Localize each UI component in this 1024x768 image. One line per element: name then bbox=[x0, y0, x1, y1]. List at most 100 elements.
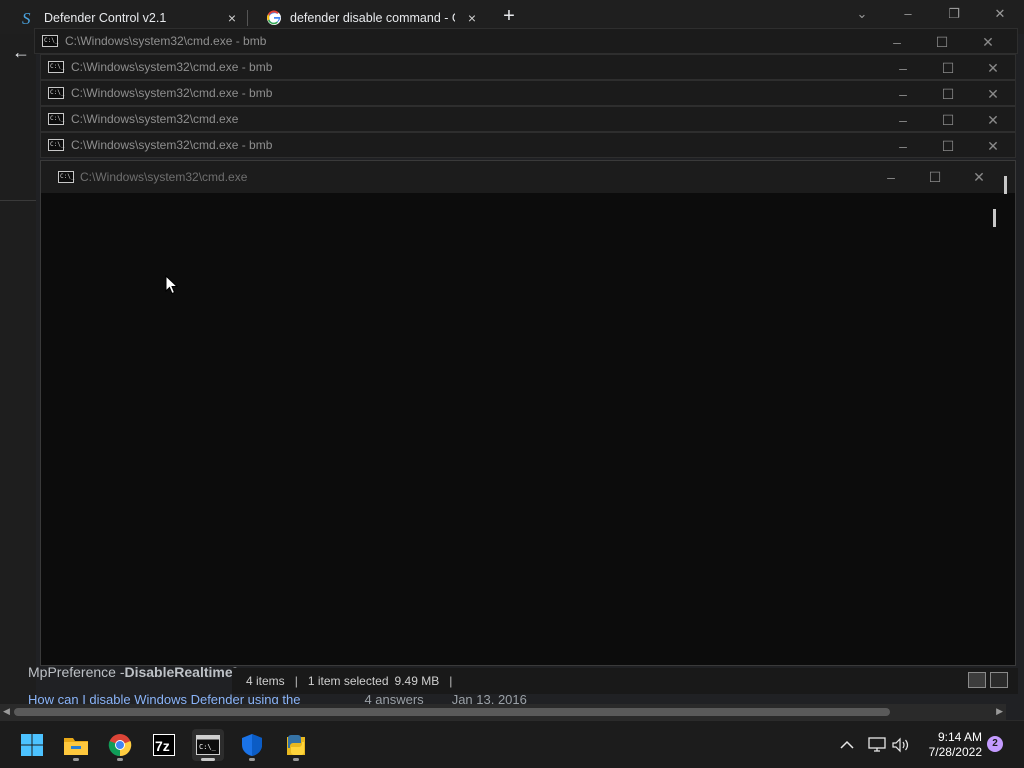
snippet-bold: DisableRealtimeM bbox=[124, 664, 238, 680]
maximize-icon[interactable]: ☐ bbox=[938, 110, 958, 130]
minimize-icon[interactable]: – bbox=[893, 84, 913, 104]
close-icon[interactable]: ✕ bbox=[983, 58, 1003, 78]
running-indicator bbox=[201, 758, 215, 761]
tray-overflow[interactable] bbox=[840, 721, 860, 768]
horizontal-scrollbar[interactable]: ◀ ▶ bbox=[0, 704, 1006, 720]
tab-title: Defender Control v2.1 bbox=[44, 11, 167, 25]
clock-time: 9:14 AM bbox=[937, 730, 982, 744]
console-title: C:\Windows\system32\cmd.exe bbox=[71, 112, 239, 126]
maximize-icon[interactable]: ☐ bbox=[938, 58, 958, 78]
network-icon bbox=[868, 737, 886, 752]
start-button[interactable] bbox=[16, 729, 48, 761]
browser-restore-button[interactable]: ❐ bbox=[944, 4, 964, 24]
back-arrow-icon[interactable]: ← bbox=[12, 42, 30, 63]
cmd-icon: C:\_ bbox=[196, 735, 220, 755]
console-window[interactable]: C:\_ C:\Windows\system32\cmd.exe - bmb –… bbox=[40, 132, 1016, 158]
cmd-icon: C:\_ bbox=[48, 113, 64, 125]
console-window[interactable]: C:\_ C:\Windows\system32\cmd.exe – ☐ ✕ bbox=[40, 106, 1016, 132]
chrome-icon bbox=[108, 734, 132, 757]
taskbar-command-prompt[interactable]: C:\_ bbox=[192, 729, 224, 761]
close-icon[interactable]: ✕ bbox=[983, 84, 1003, 104]
scroll-right-icon[interactable]: ▶ bbox=[996, 706, 1003, 717]
taskbar-file-explorer[interactable] bbox=[60, 729, 92, 761]
active-console-window[interactable]: C:\_ C:\Windows\system32\cmd.exe – ☐ ✕ bbox=[40, 160, 1016, 666]
taskbar-7zip[interactable]: 7z bbox=[148, 729, 180, 761]
taskbar-clock[interactable]: 9:14 AM 7/28/2022 bbox=[918, 730, 982, 760]
minimize-icon[interactable]: – bbox=[893, 58, 913, 78]
minimize-icon[interactable]: – bbox=[893, 136, 913, 156]
close-icon[interactable]: ✕ bbox=[983, 136, 1003, 156]
close-icon[interactable]: ✕ bbox=[983, 110, 1003, 130]
page-divider bbox=[0, 200, 36, 201]
mouse-pointer-icon bbox=[165, 275, 179, 295]
minimize-icon[interactable]: – bbox=[887, 32, 907, 52]
tab-title: defender disable command - Goo bbox=[290, 11, 455, 25]
svg-text:C:\_: C:\_ bbox=[199, 743, 217, 751]
console-vertical-scrollbar[interactable] bbox=[987, 193, 1003, 659]
speaker-icon bbox=[892, 737, 909, 753]
browser-close-button[interactable]: ✕ bbox=[990, 4, 1010, 24]
snippet-prefix: MpPreference - bbox=[28, 664, 125, 680]
scrollbar-thumb[interactable] bbox=[14, 708, 890, 716]
console-title: C:\Windows\system32\cmd.exe - bmb bbox=[65, 34, 267, 48]
s-logo-icon: S bbox=[20, 10, 36, 26]
python-icon bbox=[287, 735, 305, 755]
running-indicator bbox=[249, 758, 255, 761]
cmd-icon: C:\_ bbox=[42, 35, 58, 47]
tab-search-chevron-icon[interactable]: ⌄ bbox=[852, 4, 872, 24]
scroll-left-icon[interactable]: ◀ bbox=[3, 706, 10, 717]
minimize-icon[interactable]: – bbox=[881, 167, 901, 187]
console-titlebar[interactable]: C:\_ C:\Windows\system32\cmd.exe – ☐ ✕ bbox=[41, 161, 1015, 193]
running-indicator bbox=[293, 758, 299, 761]
taskbar-chrome[interactable] bbox=[104, 729, 136, 761]
taskbar-windows-security[interactable] bbox=[236, 729, 268, 761]
explorer-status-bar: 4 items | 1 item selected 9.49 MB | bbox=[232, 668, 1018, 694]
browser-minimize-button[interactable]: – bbox=[898, 4, 918, 24]
cmd-icon: C:\_ bbox=[58, 171, 74, 183]
console-window[interactable]: C:\_ C:\Windows\system32\cmd.exe - bmb –… bbox=[40, 80, 1016, 106]
cmd-icon: C:\_ bbox=[48, 139, 64, 151]
chevron-up-icon bbox=[840, 740, 854, 749]
maximize-icon[interactable]: ☐ bbox=[938, 84, 958, 104]
clock-date: 7/28/2022 bbox=[928, 745, 982, 759]
notification-badge[interactable]: 2 bbox=[987, 736, 1003, 752]
status-separator: | bbox=[449, 674, 453, 688]
folder-icon bbox=[64, 738, 88, 755]
console-window[interactable]: C:\_ C:\Windows\system32\cmd.exe - bmb –… bbox=[40, 54, 1016, 80]
cmd-icon: C:\_ bbox=[48, 61, 64, 73]
tab-close-icon[interactable]: × bbox=[224, 10, 240, 26]
tab-close-icon[interactable]: × bbox=[464, 10, 480, 26]
browser-page-left-strip bbox=[0, 34, 36, 706]
search-result-snippet: MpPreference -DisableRealtimeM bbox=[28, 664, 238, 684]
console-title: C:\Windows\system32\cmd.exe bbox=[80, 170, 248, 184]
large-icons-view-icon[interactable] bbox=[990, 672, 1008, 688]
status-item-count: 4 items bbox=[246, 674, 285, 688]
maximize-icon[interactable]: ☐ bbox=[938, 136, 958, 156]
background-scrollbar-thumb bbox=[1004, 176, 1007, 194]
taskbar: 7z C:\_ 9:14 AM 7/28/2022 bbox=[0, 720, 1024, 768]
status-selected: 1 item selected bbox=[307, 674, 389, 688]
minimize-icon[interactable]: – bbox=[893, 110, 913, 130]
maximize-icon[interactable]: ☐ bbox=[925, 167, 945, 187]
tab-divider bbox=[247, 10, 248, 26]
maximize-icon[interactable]: ☐ bbox=[932, 32, 952, 52]
google-logo-icon bbox=[266, 10, 282, 26]
details-view-icon[interactable] bbox=[968, 672, 986, 688]
scrollbar-thumb[interactable] bbox=[993, 209, 996, 227]
tray-network[interactable] bbox=[868, 721, 890, 768]
status-separator: | bbox=[294, 674, 298, 688]
taskbar-python[interactable] bbox=[280, 729, 312, 761]
tray-volume[interactable] bbox=[892, 721, 914, 768]
svg-text:S: S bbox=[22, 10, 31, 26]
console-title: C:\Windows\system32\cmd.exe - bmb bbox=[71, 138, 273, 152]
new-tab-button[interactable]: + bbox=[500, 6, 518, 26]
console-output-area[interactable] bbox=[51, 193, 1001, 659]
console-title: C:\Windows\system32\cmd.exe - bmb bbox=[71, 60, 273, 74]
desktop-screen: { "browser": { "tabs": [ {"title": "Defe… bbox=[0, 0, 1024, 768]
shield-icon bbox=[242, 734, 262, 756]
console-title: C:\Windows\system32\cmd.exe - bmb bbox=[71, 86, 273, 100]
console-window[interactable]: C:\_ C:\Windows\system32\cmd.exe - bmb –… bbox=[34, 28, 1018, 54]
running-indicator bbox=[73, 758, 79, 761]
close-icon[interactable]: ✕ bbox=[978, 32, 998, 52]
close-icon[interactable]: ✕ bbox=[969, 167, 989, 187]
